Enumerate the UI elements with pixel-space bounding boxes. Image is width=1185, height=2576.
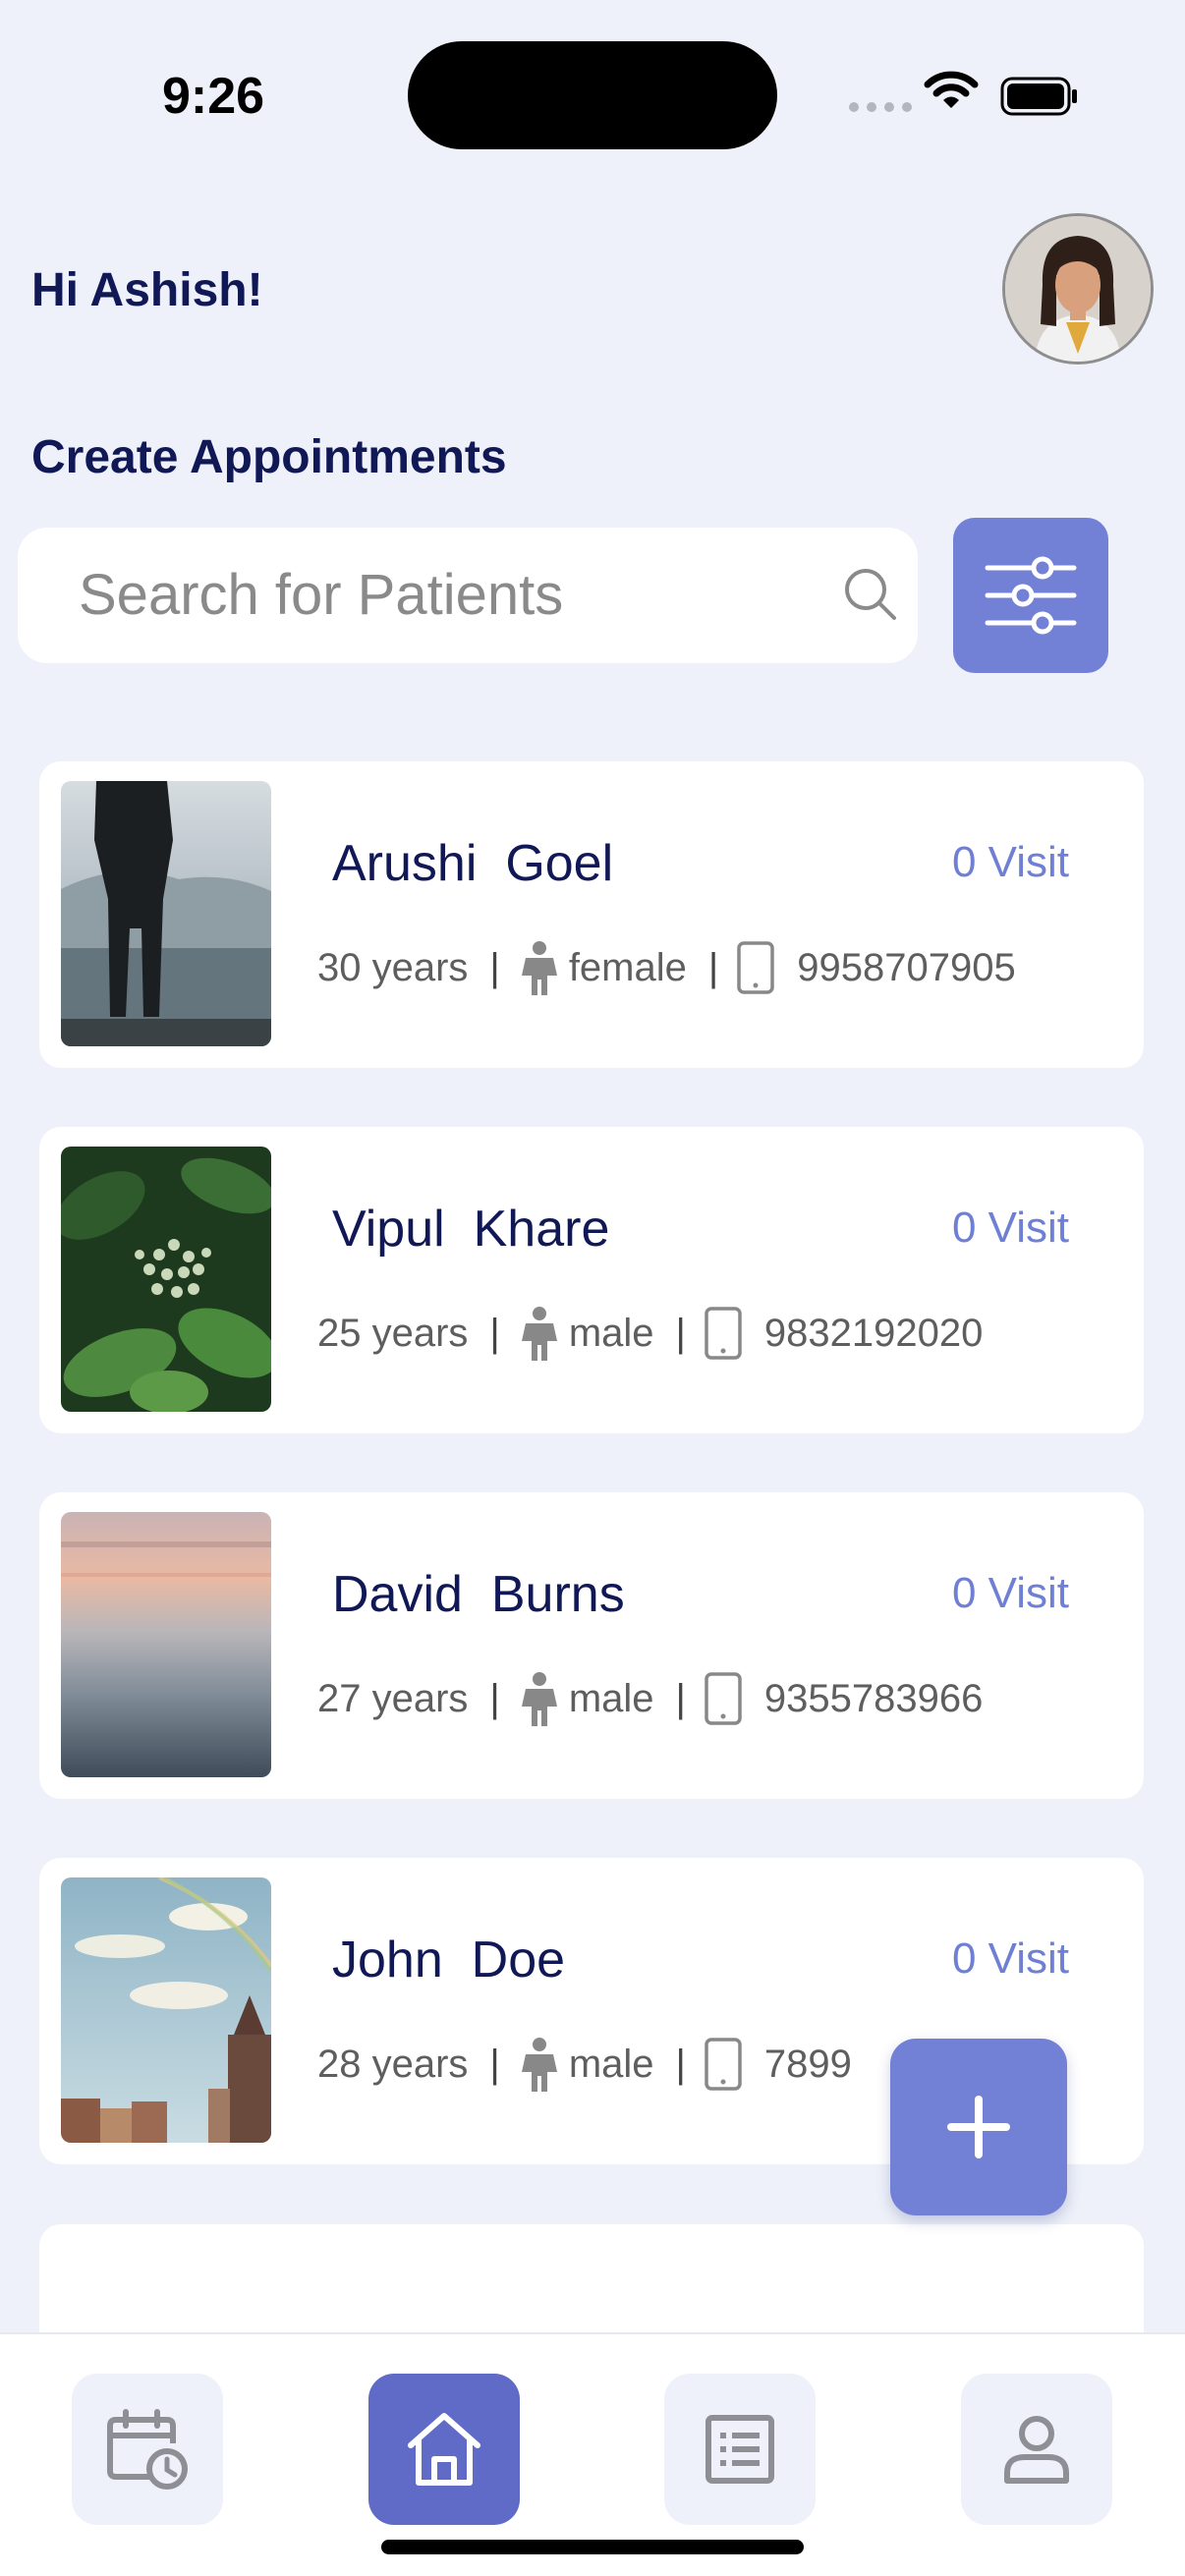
sliders-icon	[985, 556, 1077, 635]
patient-photo	[61, 1512, 271, 1777]
patient-last-name: Goel	[505, 835, 614, 892]
person-icon	[518, 940, 561, 995]
visit-count: 0 Visit	[951, 1569, 1069, 1617]
separator: |	[489, 945, 500, 989]
patient-age: 27 years	[317, 1676, 469, 1720]
cellular-signal-icon	[849, 102, 912, 112]
patient-phone: 7899	[763, 2042, 852, 2086]
separator: |	[675, 1676, 686, 1720]
patient-gender: female	[568, 945, 687, 989]
filter-button[interactable]	[953, 518, 1108, 673]
patient-meta: 28 years | male | 7899	[317, 2037, 852, 2092]
patient-name: John Doe	[332, 1931, 565, 1989]
nav-records[interactable]	[664, 2374, 816, 2525]
patient-first-name: Vipul	[332, 1201, 445, 1258]
status-time: 9:26	[162, 68, 265, 125]
separator: |	[707, 945, 719, 989]
add-patient-button[interactable]	[890, 2039, 1067, 2215]
patient-card[interactable]: Arushi Goel 0 Visit 30 years | female | …	[39, 761, 1144, 1068]
patient-age: 30 years	[317, 945, 469, 989]
phone-icon	[736, 940, 775, 995]
patient-first-name: Arushi	[332, 835, 478, 892]
patient-age: 25 years	[317, 1311, 469, 1355]
dynamic-island	[408, 41, 777, 149]
nav-profile[interactable]	[961, 2374, 1112, 2525]
user-avatar[interactable]	[1002, 213, 1154, 364]
patient-first-name: John	[332, 1932, 443, 1988]
patient-name: Vipul Khare	[332, 1200, 609, 1259]
separator: |	[489, 1676, 500, 1720]
wifi-icon	[924, 71, 979, 108]
nav-appointments[interactable]	[72, 2374, 223, 2525]
patient-first-name: David	[332, 1566, 463, 1623]
person-icon	[518, 1306, 561, 1361]
home-indicator	[381, 2540, 804, 2554]
profile-icon	[1004, 2416, 1069, 2484]
separator: |	[489, 2042, 500, 2086]
patient-last-name: Khare	[473, 1201, 610, 1258]
visit-count: 0 Visit	[951, 1204, 1069, 1252]
separator: |	[489, 1311, 500, 1355]
patient-photo	[61, 1147, 271, 1412]
search-bar[interactable]	[18, 528, 918, 663]
calendar-clock-icon	[107, 2409, 188, 2490]
visit-count: 0 Visit	[951, 838, 1069, 886]
patient-meta: 27 years | male | 9355783966	[317, 1671, 983, 1726]
patient-last-name: Doe	[471, 1932, 566, 1988]
patient-meta: 30 years | female | 9958707905	[317, 940, 1016, 995]
list-icon	[705, 2415, 774, 2484]
patient-gender: male	[568, 1676, 654, 1720]
nav-home[interactable]	[368, 2374, 520, 2525]
patient-meta: 25 years | male | 9832192020	[317, 1306, 983, 1361]
section-title: Create Appointments	[31, 431, 507, 483]
patient-gender: male	[568, 2042, 654, 2086]
search-input[interactable]	[79, 563, 806, 626]
phone-icon	[704, 2037, 743, 2092]
phone-icon	[704, 1671, 743, 1726]
patient-card[interactable]: David Burns 0 Visit 27 years | male | 93…	[39, 1492, 1144, 1799]
patient-photo	[61, 781, 271, 1046]
greeting-text: Hi Ashish!	[31, 264, 263, 316]
patient-photo	[61, 1877, 271, 2143]
patient-phone: 9832192020	[763, 1311, 984, 1355]
patient-card[interactable]: Vipul Khare 0 Visit 25 years | male | 98…	[39, 1127, 1144, 1433]
patient-phone: 9355783966	[763, 1676, 984, 1720]
patient-gender: male	[568, 1311, 654, 1355]
person-icon	[518, 2037, 561, 2092]
separator: |	[675, 2042, 686, 2086]
patient-phone: 9958707905	[797, 945, 1016, 989]
search-icon[interactable]	[841, 565, 900, 624]
patient-name: David Burns	[332, 1565, 625, 1624]
separator: |	[675, 1311, 686, 1355]
visit-count: 0 Visit	[951, 1934, 1069, 1983]
patient-age: 28 years	[317, 2042, 469, 2086]
home-icon	[408, 2413, 480, 2486]
status-bar: 9:26	[0, 0, 1185, 177]
patient-last-name: Burns	[490, 1566, 625, 1623]
plus-icon	[947, 2096, 1010, 2158]
battery-icon	[1000, 77, 1077, 116]
person-icon	[518, 1671, 561, 1726]
phone-icon	[704, 1306, 743, 1361]
patient-name: Arushi Goel	[332, 834, 613, 893]
